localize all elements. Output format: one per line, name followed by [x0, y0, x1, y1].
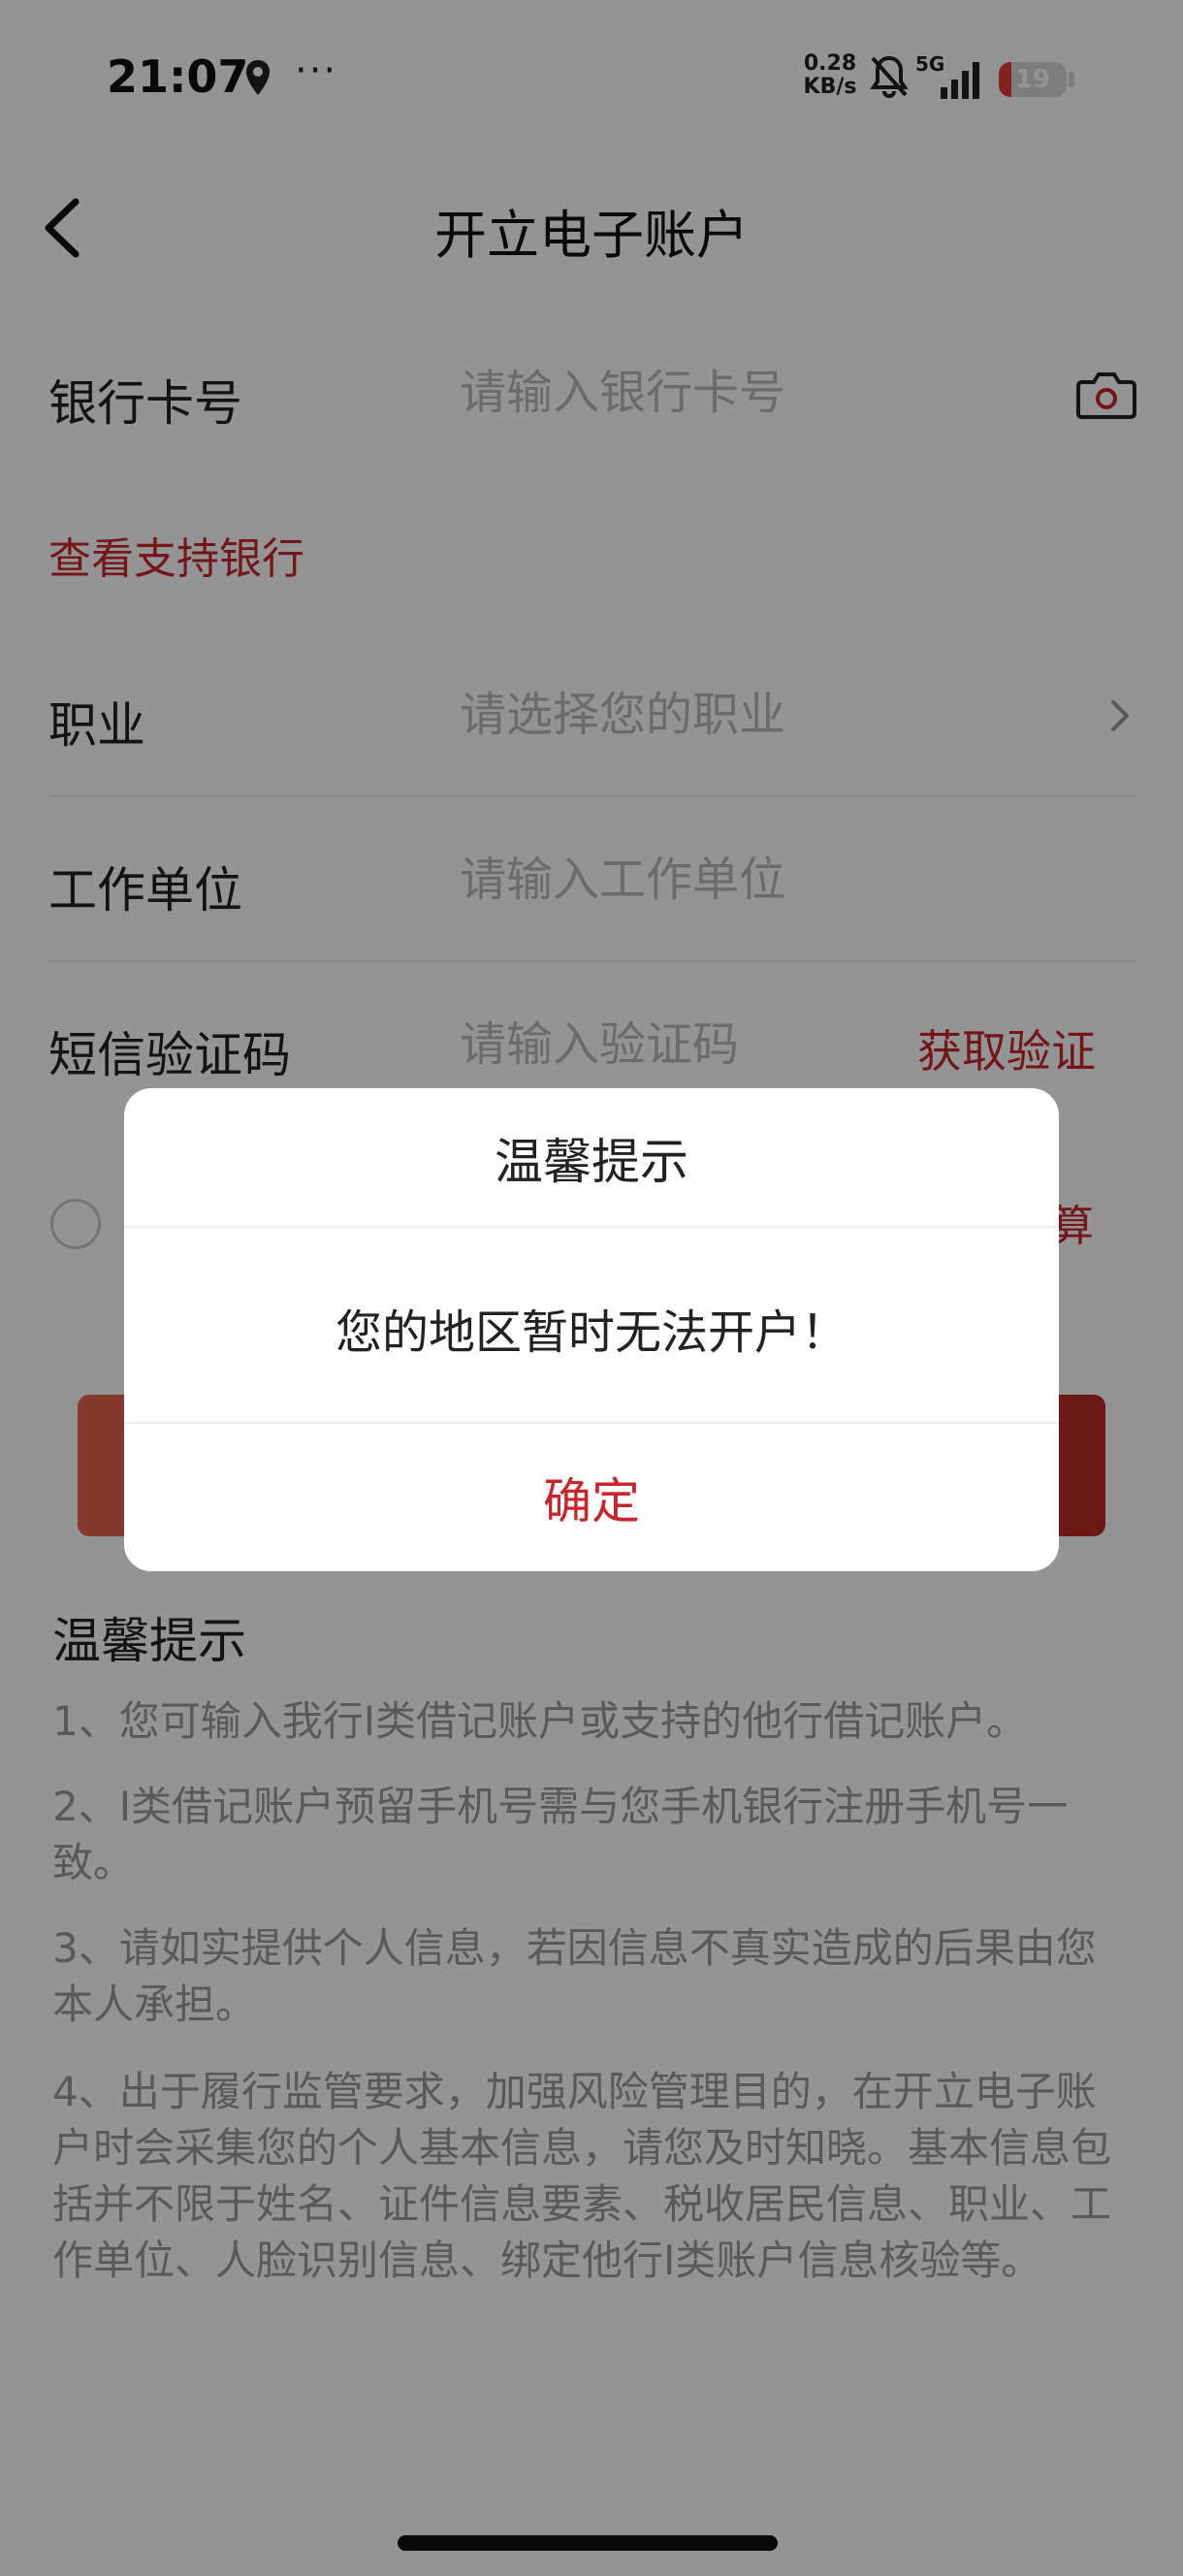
dialog-title: 温馨提示 — [495, 1134, 688, 1190]
alert-dialog: 温馨提示 您的地区暂时无法开户！ 确定 — [124, 1088, 1059, 1571]
dialog-message: 您的地区暂时无法开户！ — [335, 1305, 847, 1360]
screen: 21:07 ··· 0.28 KB/s 5G 19 开立电子账户 银行卡号 请输… — [0, 0, 1183, 2576]
overlay-status — [0, 0, 1183, 145]
divider — [124, 1226, 1059, 1228]
confirm-button[interactable]: 确定 — [124, 1424, 1059, 1571]
